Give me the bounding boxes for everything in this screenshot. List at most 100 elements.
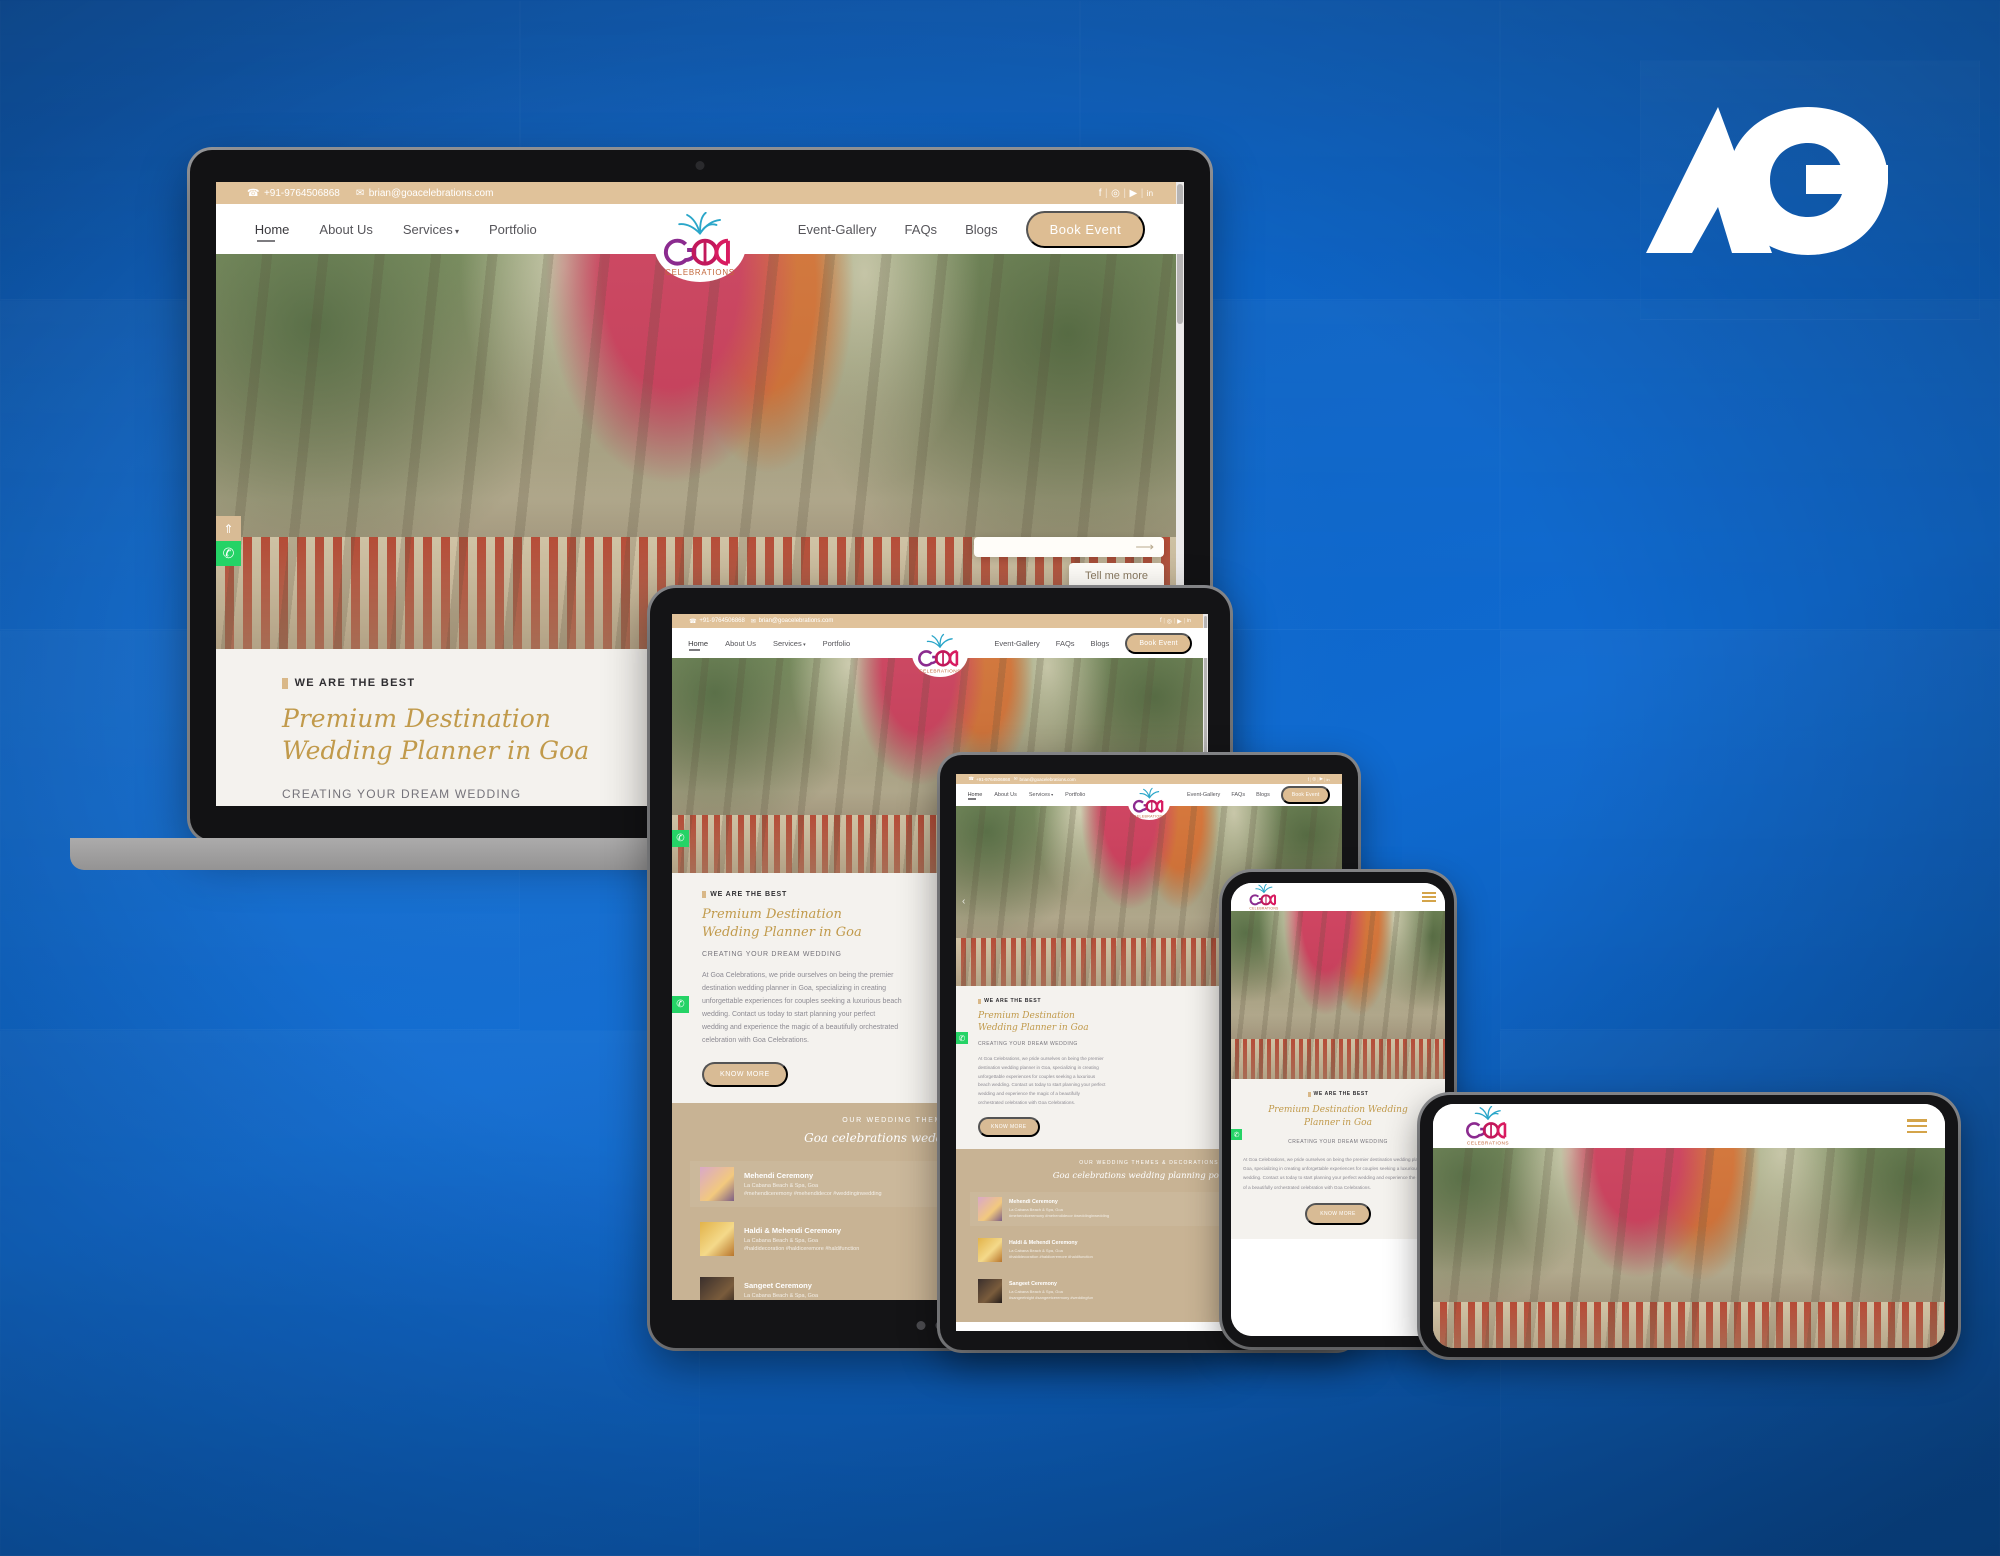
- hamburger-menu-icon[interactable]: [1422, 892, 1436, 902]
- nav-item-blogs[interactable]: Blogs: [965, 222, 998, 237]
- nav-item-event-gallery[interactable]: Event-Gallery: [994, 639, 1039, 648]
- hero-banner: [1433, 1148, 1945, 1348]
- intro-eyebrow: WE ARE THE BEST: [1243, 1091, 1433, 1097]
- nav-item-faqs[interactable]: FAQs: [1056, 639, 1075, 648]
- phone-icon: ☎: [246, 187, 260, 199]
- theme-tags: #haldidecoration #haldiceremore #haldifu…: [1009, 1254, 1093, 1260]
- phone-landscape-screen: CELEBRATIONS: [1433, 1104, 1945, 1348]
- svg-text:CELEBRATIONS: CELEBRATIONS: [665, 268, 735, 277]
- intro-body: At Goa Celebrations, we pride ourselves …: [978, 1056, 1106, 1105]
- email-address: brian@goacelebrations.com: [758, 618, 834, 624]
- whatsapp-button[interactable]: ✆: [216, 541, 241, 566]
- instagram-icon[interactable]: ◎: [1167, 618, 1172, 625]
- nav-item-about-us[interactable]: About Us: [725, 639, 756, 648]
- theme-thumbnail: [978, 1237, 1002, 1262]
- book-event-button[interactable]: Book Event: [1025, 210, 1146, 248]
- site-logo[interactable]: CELEBRATIONS: [912, 631, 968, 677]
- facebook-icon[interactable]: f: [1308, 777, 1309, 782]
- youtube-icon[interactable]: ▶: [1129, 188, 1137, 199]
- nav-item-home[interactable]: Home: [968, 792, 982, 801]
- theme-venue: La Cabana Beach & Spa, Goa: [1009, 1207, 1063, 1213]
- nav-item-about-us[interactable]: About Us: [994, 792, 1017, 798]
- youtube-icon[interactable]: ▶: [1320, 776, 1323, 782]
- instagram-icon[interactable]: ◎: [1312, 776, 1316, 782]
- chat-tell-me-more-button[interactable]: Tell me more: [1069, 563, 1164, 589]
- svg-text:CELEBRATIONS: CELEBRATIONS: [919, 669, 961, 675]
- phone-number: +91-9764506868: [263, 187, 340, 199]
- youtube-icon[interactable]: ▶: [1177, 618, 1182, 625]
- site-logo[interactable]: CELEBRATIONS: [1451, 1106, 1525, 1146]
- chevron-down-icon: ▾: [1049, 792, 1054, 797]
- whatsapp-button[interactable]: ✆: [956, 1032, 968, 1044]
- mobile-navigation: CELEBRATIONS: [1231, 883, 1445, 911]
- hero-palm-trunks: [1433, 1148, 1945, 1348]
- whatsapp-button[interactable]: ✆: [672, 996, 689, 1013]
- site-logo[interactable]: CELEBRATIONS: [1240, 884, 1288, 910]
- theme-venue: La Cabana Beach & Spa, Goa: [744, 1237, 818, 1244]
- intro-section: WE ARE THE BEST Premium Destination Wedd…: [1231, 1079, 1445, 1239]
- facebook-icon[interactable]: f: [1099, 188, 1102, 199]
- envelope-icon: ✉: [750, 618, 756, 625]
- whatsapp-button[interactable]: ✆: [672, 830, 689, 847]
- email-link[interactable]: ✉ brian@goacelebrations.com: [751, 618, 834, 625]
- know-more-button[interactable]: KNOW MORE: [1305, 1202, 1371, 1225]
- intro-headline-line1: Premium Destination Wedding: [1268, 1105, 1408, 1115]
- linkedin-icon[interactable]: in: [1147, 189, 1153, 198]
- site-logo[interactable]: CELEBRATIONS: [1128, 786, 1170, 820]
- nav-item-services[interactable]: Services ▾: [1029, 792, 1053, 798]
- floating-whatsapp: ✆: [1231, 1129, 1242, 1140]
- eyebrow-marker-icon: [282, 677, 288, 689]
- phone-link[interactable]: ☎ +91-9764506868: [247, 188, 340, 199]
- nav-item-portfolio[interactable]: Portfolio: [823, 639, 851, 648]
- theme-venue: La Cabana Beach & Spa, Goa: [1009, 1248, 1063, 1254]
- theme-thumbnail: [978, 1278, 1002, 1303]
- nav-item-blogs[interactable]: Blogs: [1091, 639, 1110, 648]
- phone-link[interactable]: ☎ +91-9764506868: [689, 618, 745, 625]
- nav-item-event-gallery[interactable]: Event-Gallery: [1187, 792, 1220, 798]
- site-logo[interactable]: CELEBRATIONS: [654, 208, 746, 282]
- nav-item-blogs[interactable]: Blogs: [1256, 792, 1270, 798]
- hamburger-menu-icon[interactable]: [1907, 1119, 1927, 1133]
- whatsapp-button[interactable]: ✆: [1231, 1129, 1242, 1140]
- nav-item-services[interactable]: Services ▾: [403, 222, 459, 237]
- nav-item-faqs[interactable]: FAQs: [1231, 792, 1245, 798]
- nav-item-services[interactable]: Services ▾: [773, 639, 806, 648]
- floating-whatsapp: ✆: [956, 1032, 968, 1044]
- nav-item-home[interactable]: Home: [255, 222, 289, 242]
- phone-link[interactable]: ☎ +91-9764506868: [968, 776, 1010, 782]
- nav-item-portfolio[interactable]: Portfolio: [489, 222, 537, 237]
- nav-item-home[interactable]: Home: [688, 639, 708, 651]
- nav-item-faqs[interactable]: FAQs: [905, 222, 938, 237]
- email-link[interactable]: ✉ brian@goacelebrations.com: [356, 188, 494, 199]
- know-more-button[interactable]: KNOW MORE: [978, 1116, 1040, 1137]
- phone-landscape-body: CELEBRATIONS: [1420, 1095, 1958, 1357]
- linkedin-icon[interactable]: in: [1327, 777, 1330, 782]
- instagram-icon[interactable]: ◎: [1111, 188, 1120, 199]
- social-links: f | ◎ | ▶ | in: [1307, 776, 1330, 782]
- nav-item-about-us[interactable]: About Us: [319, 222, 372, 237]
- nav-item-portfolio[interactable]: Portfolio: [1065, 792, 1085, 798]
- email-link[interactable]: ✉ brian@goacelebrations.com: [1014, 776, 1076, 782]
- book-event-button[interactable]: Book Event: [1125, 632, 1192, 654]
- email-address: brian@goacelebrations.com: [368, 187, 494, 199]
- theme-thumbnail: [978, 1196, 1002, 1221]
- nav-item-event-gallery[interactable]: Event-Gallery: [798, 222, 877, 237]
- book-event-button[interactable]: Book Event: [1280, 786, 1331, 804]
- phone-icon: ☎: [968, 776, 974, 781]
- floating-action-buttons: ⇑ ✆: [216, 516, 241, 566]
- theme-tags: #mehendiceremony #mehendidecor #weddingi…: [1009, 1213, 1110, 1219]
- scroll-to-top-button[interactable]: ⇑: [216, 516, 241, 541]
- carousel-prev-button[interactable]: ‹: [962, 896, 965, 907]
- theme-title: Haldi & Mehendi Ceremony: [1009, 1240, 1078, 1247]
- know-more-button[interactable]: KNOW MORE: [702, 1061, 788, 1087]
- theme-title: Haldi & Mehendi Ceremony: [744, 1225, 842, 1235]
- facebook-icon[interactable]: f: [1160, 618, 1162, 624]
- phone-number: +91-9764506868: [699, 618, 745, 624]
- theme-tags: #mehendiceremony #mehendidecor #weddingi…: [744, 1190, 882, 1197]
- chevron-down-icon: ▾: [452, 226, 459, 236]
- floating-whatsapp: ✆: [672, 996, 689, 1013]
- phone-screen: CELEBRATIONS WE ARE THE BEST Premium Des…: [1231, 883, 1445, 1336]
- linkedin-icon[interactable]: in: [1187, 618, 1191, 624]
- whatsapp-icon: ✆: [676, 999, 685, 1010]
- whatsapp-icon: ✆: [676, 833, 685, 844]
